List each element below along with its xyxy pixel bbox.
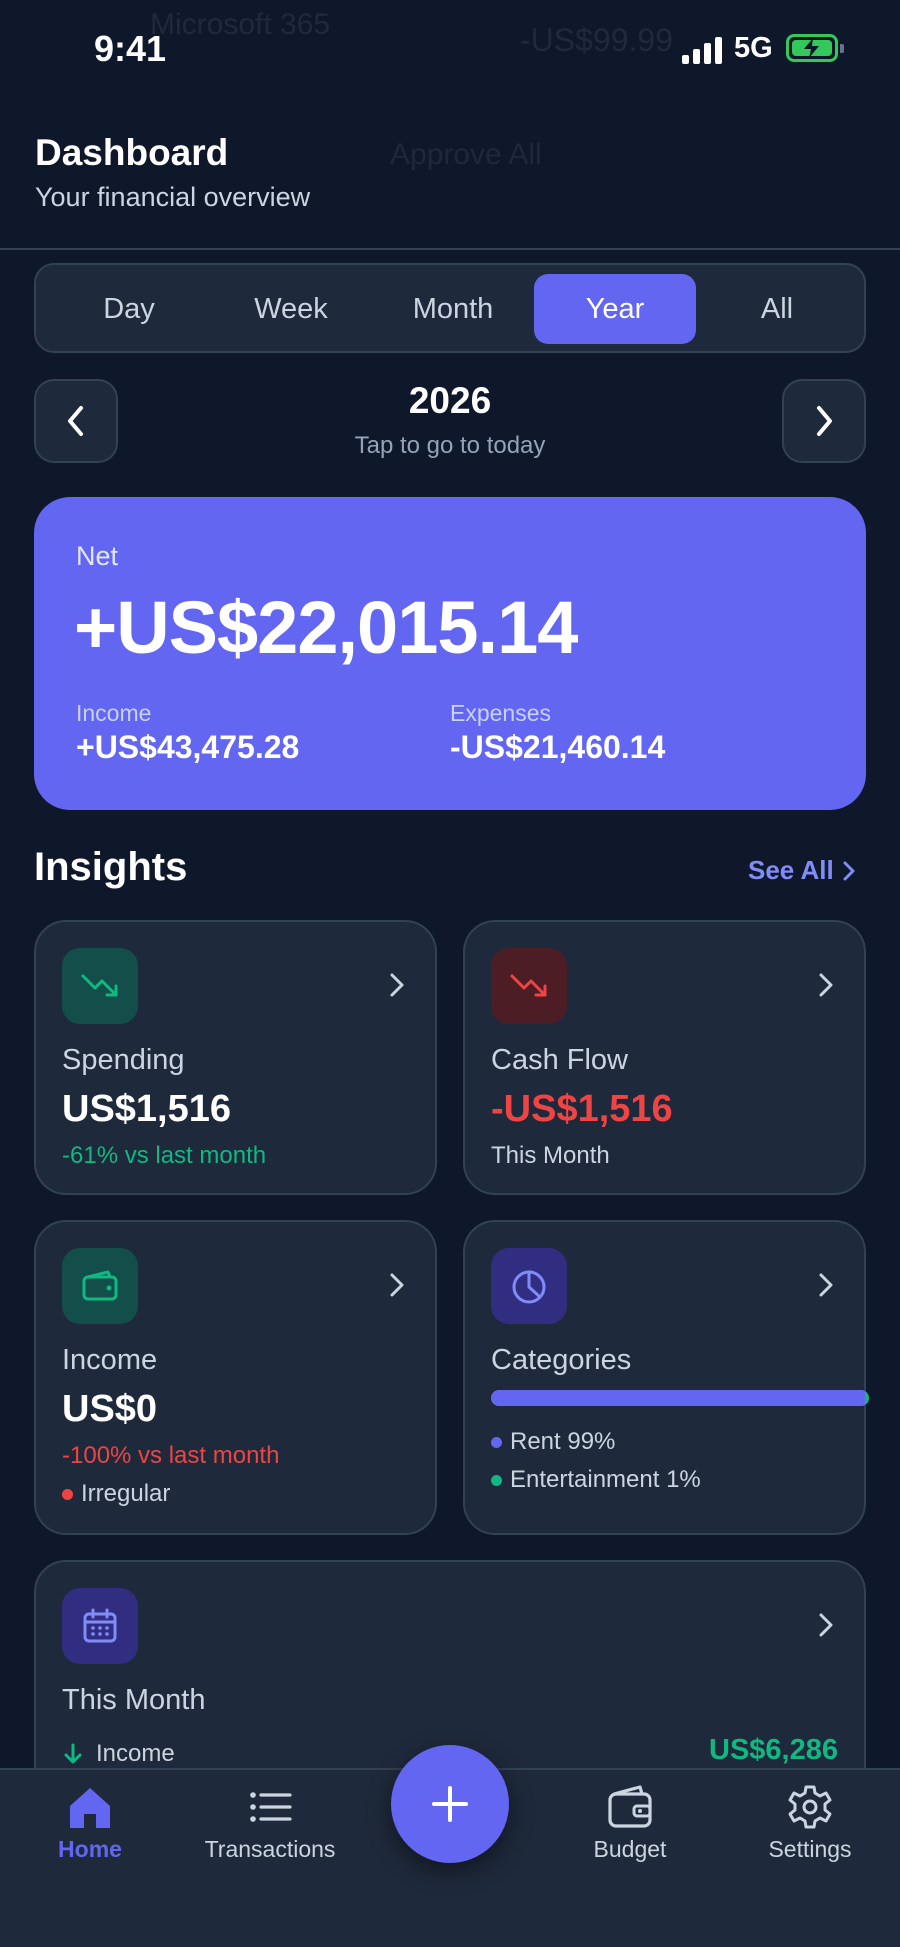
tab-label: Settings xyxy=(768,1836,852,1862)
tab-month[interactable]: Month xyxy=(372,274,534,344)
tab-label: Transactions xyxy=(204,1836,336,1862)
period-hint[interactable]: Tap to go to today xyxy=(250,432,650,460)
period-selector: Day Week Month Year All xyxy=(34,263,866,353)
trending-down-icon xyxy=(81,974,118,997)
card-value: -US$1,516 xyxy=(491,1088,673,1130)
pie-chart-icon xyxy=(512,1270,546,1304)
chevron-right-icon xyxy=(819,973,833,997)
card-change: -61% vs last month xyxy=(62,1142,267,1169)
tab-label: Budget xyxy=(593,1836,667,1862)
battery-icon xyxy=(786,34,844,62)
net-value: +US$22,015.14 xyxy=(74,586,578,669)
month-income-value: US$6,286 xyxy=(709,1734,838,1766)
signal-icon xyxy=(682,36,724,64)
page-title: Dashboard xyxy=(35,132,229,173)
chevron-right-icon xyxy=(390,1273,404,1297)
cash-flow-card[interactable]: Cash Flow -US$1,516 This Month xyxy=(463,920,866,1195)
tab-home[interactable]: Home xyxy=(0,1784,180,1894)
page-subtitle: Your financial overview xyxy=(35,182,311,212)
card-title: Cash Flow xyxy=(491,1044,628,1076)
net-summary-card[interactable]: Net +US$22,015.14 Income +US$43,475.28 E… xyxy=(34,497,866,810)
tab-transactions[interactable]: Transactions xyxy=(180,1784,360,1894)
chevron-right-icon xyxy=(390,973,404,997)
chevron-right-icon xyxy=(819,1613,833,1637)
category-legend-item: Rent 99% xyxy=(491,1428,615,1456)
category-label: Rent 99% xyxy=(510,1428,616,1455)
see-all-link[interactable]: See All xyxy=(748,855,856,886)
status-bar: Microsoft 365 -US$99.99 9:41 5G xyxy=(0,0,900,100)
period-label[interactable]: 2026 xyxy=(300,380,600,422)
chevron-left-icon xyxy=(68,406,83,436)
plus-icon xyxy=(432,1786,468,1822)
income-pattern-label: Irregular xyxy=(81,1480,171,1507)
card-period: This Month xyxy=(491,1142,610,1169)
category-bar-segment-rent xyxy=(491,1390,866,1406)
card-title: Spending xyxy=(62,1044,185,1076)
trending-down-icon xyxy=(510,974,547,997)
insights-title: Insights xyxy=(34,845,188,889)
chevron-right-icon xyxy=(817,406,832,436)
card-title: This Month xyxy=(62,1684,206,1716)
income-pattern-tag: Irregular xyxy=(62,1480,170,1508)
wallet-icon xyxy=(82,1270,118,1301)
icon-box xyxy=(62,1248,138,1324)
tab-budget[interactable]: Budget xyxy=(540,1784,720,1894)
income-label: Income xyxy=(76,700,152,726)
background-transaction-amount: -US$99.99 xyxy=(520,22,673,58)
legend-dot xyxy=(491,1437,502,1449)
month-income-label: Income xyxy=(96,1740,175,1767)
network-type: 5G xyxy=(734,32,773,64)
card-title: Income xyxy=(62,1344,158,1376)
arrow-down-icon xyxy=(64,1743,82,1764)
add-transaction-button[interactable] xyxy=(391,1745,509,1863)
gear-icon xyxy=(788,1785,832,1829)
card-change: -100% vs last month xyxy=(62,1442,280,1469)
home-icon xyxy=(70,1788,110,1828)
card-value: US$0 xyxy=(62,1388,158,1430)
icon-box xyxy=(62,1588,138,1664)
categories-card[interactable]: Categories Rent 99% Entertainment 1% xyxy=(463,1220,869,1535)
income-card[interactable]: Income US$0 -100% vs last month Irregula… xyxy=(34,1220,437,1535)
income-value: +US$43,475.28 xyxy=(76,729,300,765)
category-share-bar xyxy=(491,1390,869,1406)
next-period-button[interactable] xyxy=(782,379,866,463)
tab-day[interactable]: Day xyxy=(48,274,210,344)
expenses-label: Expenses xyxy=(450,700,552,726)
month-income-row: Income xyxy=(62,1740,175,1768)
previous-period-button[interactable] xyxy=(34,379,118,463)
card-title: Categories xyxy=(491,1344,632,1376)
status-dot xyxy=(62,1489,73,1501)
chevron-right-icon xyxy=(843,861,855,880)
background-transaction-name: Microsoft 365 xyxy=(150,8,331,41)
list-icon xyxy=(250,1792,292,1822)
expenses-value: -US$21,460.14 xyxy=(450,729,666,765)
status-time: 9:41 xyxy=(94,28,167,69)
tab-all[interactable]: All xyxy=(696,274,858,344)
category-label: Entertainment 1% xyxy=(510,1466,701,1493)
net-label: Net xyxy=(76,541,119,571)
icon-box xyxy=(62,948,138,1024)
icon-box xyxy=(491,1248,567,1324)
spending-card[interactable]: Spending US$1,516 -61% vs last month xyxy=(34,920,437,1195)
tab-settings[interactable]: Settings xyxy=(720,1784,900,1894)
icon-box xyxy=(491,948,567,1024)
calendar-icon xyxy=(83,1608,117,1643)
tab-year[interactable]: Year xyxy=(534,274,696,344)
tab-week[interactable]: Week xyxy=(210,274,372,344)
category-legend-item: Entertainment 1% xyxy=(491,1466,701,1494)
header: Approve All Dashboard Your financial ove… xyxy=(0,100,900,250)
card-value: US$1,516 xyxy=(62,1088,232,1130)
chevron-right-icon xyxy=(819,1273,833,1297)
see-all-label: See All xyxy=(748,855,834,885)
legend-dot xyxy=(491,1475,502,1487)
background-action-label: Approve All xyxy=(390,138,542,171)
tab-label: Home xyxy=(58,1836,122,1862)
wallet-icon xyxy=(608,1785,652,1828)
